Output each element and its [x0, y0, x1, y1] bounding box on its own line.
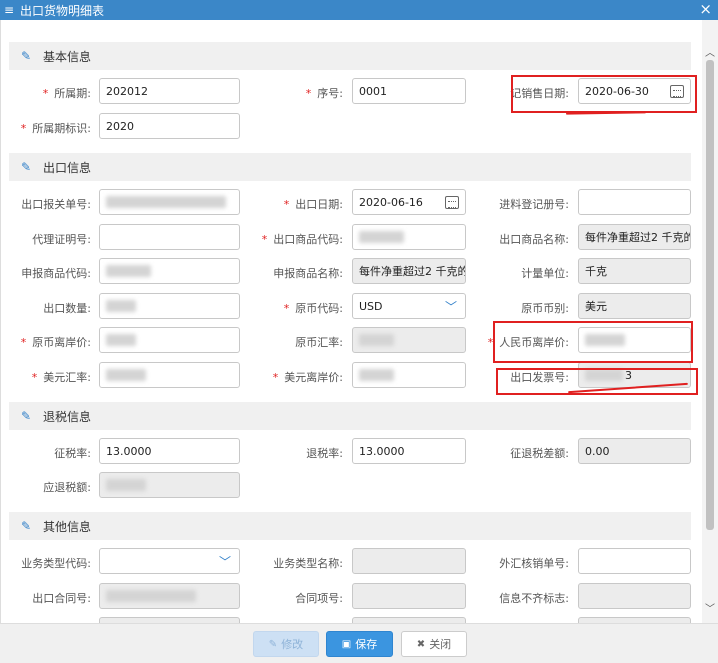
- seq-label: * 序号:: [305, 87, 343, 100]
- currency-label: 原币币别:: [521, 302, 569, 315]
- refund-rate-input[interactable]: 13.0000: [352, 438, 466, 464]
- export-date-input[interactable]: 2020-06-16: [352, 189, 466, 215]
- fx-no-label: 外汇核销单号:: [499, 557, 569, 570]
- biz-type-code-label: 业务类型代码:: [21, 557, 91, 570]
- decl-name-label: 申报商品名称:: [273, 267, 343, 280]
- seq-input[interactable]: 0001: [352, 78, 466, 104]
- annotation-underline: [565, 111, 647, 115]
- close-icon: ✖: [416, 638, 426, 650]
- contract-no-label: 出口合同号:: [32, 592, 91, 605]
- period-label: * 所属期:: [42, 87, 91, 100]
- edit-icon: ✎: [21, 409, 32, 423]
- decl-name-input: 每件净重超过2 千克的: [352, 258, 466, 284]
- biz-type-name-label: 业务类型名称:: [273, 557, 343, 570]
- export-date-label: * 出口日期:: [283, 198, 343, 211]
- footer-bar: ✎ 修改 ▣ 保存 ✖ 关闭: [0, 623, 718, 663]
- levy-rate-label: 征税率:: [54, 447, 91, 460]
- menu-icon[interactable]: ≡: [4, 3, 16, 17]
- edit-icon: ✎: [21, 519, 32, 533]
- window-title: 出口货物明细表: [20, 3, 105, 18]
- customs-no-input[interactable]: [99, 189, 240, 215]
- currency-input: 美元: [578, 293, 691, 319]
- scroll-down-icon[interactable]: ﹀: [704, 600, 716, 615]
- period-input[interactable]: 202012: [99, 78, 240, 104]
- close-icon[interactable]: ×: [699, 0, 712, 18]
- customs-no-label: 出口报关单号:: [21, 198, 91, 211]
- annotation-box: [511, 75, 697, 113]
- currency-code-select[interactable]: USD ﹀: [352, 293, 466, 319]
- edit-icon: ✎: [21, 160, 32, 174]
- refund-rate-label: 退税率:: [306, 447, 343, 460]
- section-title: 退税信息: [43, 409, 92, 424]
- usd-rate-label: * 美元汇率:: [31, 371, 91, 384]
- orig-fob-label: * 原币离岸价:: [20, 336, 91, 349]
- usd-fob-input[interactable]: [352, 362, 466, 388]
- scroll-up-icon[interactable]: ︿: [704, 44, 716, 59]
- period-flag-label: * 所属期标识:: [20, 122, 91, 135]
- section-title: 基本信息: [43, 49, 92, 64]
- fx-no-input[interactable]: [578, 548, 691, 574]
- refund-amount-label: 应退税额:: [43, 481, 91, 494]
- decl-code-input[interactable]: [99, 258, 240, 284]
- form-body: ✎ 基本信息 * 所属期: 202012 * 序号: 0001 记销售日期: 202…: [0, 20, 718, 623]
- processing-no-label: 进料登记册号:: [499, 198, 569, 211]
- goods-code-label: * 出口商品代码:: [261, 233, 343, 246]
- edit-icon: ✎: [21, 49, 32, 63]
- qty-label: 出口数量:: [43, 302, 91, 315]
- scrollbar[interactable]: ︿ ﹀: [702, 20, 718, 623]
- usd-rate-input[interactable]: [99, 362, 240, 388]
- save-button[interactable]: ▣ 保存: [326, 631, 393, 657]
- goods-name-label: 出口商品名称:: [499, 233, 569, 246]
- close-button[interactable]: ✖ 关闭: [401, 631, 467, 657]
- levy-rate-input[interactable]: 13.0000: [99, 438, 240, 464]
- agency-cert-label: 代理证明号:: [32, 233, 91, 246]
- orig-fob-input[interactable]: [99, 327, 240, 353]
- title-bar: ≡ 出口货物明细表 ×: [0, 0, 718, 20]
- goods-code-input[interactable]: [352, 224, 466, 250]
- annotation-box: [493, 321, 693, 363]
- section-other: ✎ 其他信息: [9, 512, 691, 540]
- decl-code-label: 申报商品代码:: [21, 267, 91, 280]
- info-flag-label: 信息不齐标志:: [499, 592, 569, 605]
- chevron-down-icon[interactable]: ﹀: [445, 298, 457, 315]
- unit-input: 千克: [578, 258, 691, 284]
- usd-fob-label: * 美元离岸价:: [272, 371, 343, 384]
- contract-item-input: [352, 583, 466, 609]
- save-icon: ▣: [341, 638, 352, 650]
- info-flag-input: [578, 583, 691, 609]
- section-title: 其他信息: [43, 519, 92, 534]
- goods-name-input: 每件净重超过2 千克的: [578, 224, 691, 250]
- orig-rate-input: [352, 327, 466, 353]
- currency-code-label: * 原币代码:: [283, 302, 343, 315]
- processing-no-input[interactable]: [578, 189, 691, 215]
- biz-type-name-input: [352, 548, 466, 574]
- qty-input[interactable]: [99, 293, 240, 319]
- agency-cert-input[interactable]: [99, 224, 240, 250]
- period-flag-input[interactable]: 2020: [99, 113, 240, 139]
- diff-label: 征退税差额:: [510, 447, 569, 460]
- contract-no-input: [99, 583, 240, 609]
- modify-button[interactable]: ✎ 修改: [253, 631, 319, 657]
- orig-rate-label: 原币汇率:: [295, 336, 343, 349]
- scrollbar-thumb[interactable]: [706, 60, 714, 530]
- section-basic: ✎ 基本信息: [9, 42, 691, 70]
- refund-amount-input: [99, 472, 240, 498]
- unit-label: 计量单位:: [521, 267, 569, 280]
- biz-type-code-select[interactable]: ﹀: [99, 548, 240, 574]
- section-title: 出口信息: [43, 160, 92, 175]
- diff-input: 0.00: [578, 438, 691, 464]
- calendar-icon[interactable]: [445, 196, 459, 209]
- chevron-down-icon[interactable]: ﹀: [219, 553, 231, 570]
- contract-item-label: 合同项号:: [295, 592, 343, 605]
- section-tax: ✎ 退税信息: [9, 402, 691, 430]
- section-export: ✎ 出口信息: [9, 153, 691, 181]
- edit-icon: ✎: [268, 638, 278, 650]
